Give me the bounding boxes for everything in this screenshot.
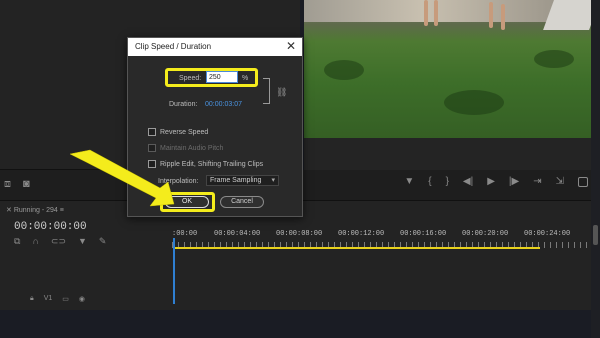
overwrite-icon[interactable]: ⇲ <box>556 176 564 187</box>
step-forward-icon[interactable]: |▶ <box>509 176 519 187</box>
export-frame-button[interactable] <box>578 176 588 187</box>
link-bracket <box>263 78 270 104</box>
duration-label: Duration: <box>169 101 198 108</box>
eye-icon[interactable]: ◉ <box>79 295 85 303</box>
checkbox-box[interactable] <box>148 128 156 136</box>
snap-icon[interactable]: ∩ <box>32 236 38 247</box>
speed-input[interactable] <box>206 71 238 83</box>
play-icon[interactable]: ▶ <box>487 176 495 187</box>
time-ruler[interactable]: :00:00 00:00:04:00 00:00:08:00 00:00:12:… <box>172 228 600 248</box>
marker-icon[interactable]: ▼ <box>404 176 414 187</box>
interpolation-select[interactable]: Frame Sampling ▾ <box>206 175 279 186</box>
chevron-down-icon: ▾ <box>271 177 275 184</box>
annotation-arrow-icon <box>69 149 175 207</box>
camera-icon[interactable]: ◙ <box>23 178 30 191</box>
preview-grass <box>444 90 504 115</box>
nest-icon[interactable]: ⧉ <box>14 236 20 247</box>
wrench-icon[interactable]: ✎ <box>99 236 107 247</box>
step-back-icon[interactable]: ◀| <box>463 176 473 187</box>
linked-selection-icon[interactable]: ⊂⊃ <box>51 236 66 247</box>
sync-lock-icon[interactable]: V1 <box>44 295 53 303</box>
lock-icon[interactable]: 🔒︎ <box>30 295 34 303</box>
preview-grass <box>534 50 574 68</box>
scrollbar-track[interactable] <box>591 0 600 338</box>
ruler-label: 00:00:24:00 <box>524 230 571 238</box>
playhead[interactable] <box>173 238 175 304</box>
preview-grass <box>324 60 364 80</box>
speed-label: Speed: <box>179 75 202 82</box>
speed-unit: % <box>242 75 249 82</box>
add-marker-icon[interactable]: ▼ <box>78 236 87 247</box>
ruler-label: :00:00 <box>172 230 198 238</box>
monitor-controls-strip <box>304 138 600 170</box>
dialog-titlebar[interactable]: Clip Speed / Duration ✕ <box>128 38 302 56</box>
menu-icon[interactable]: ≡ <box>58 207 64 214</box>
dialog-title: Clip Speed / Duration <box>135 42 212 51</box>
timeline-timecode[interactable]: 00:00:00:00 <box>14 221 87 233</box>
close-icon[interactable]: ✕ <box>6 207 14 214</box>
ruler-label: 00:00:12:00 <box>338 230 385 238</box>
bottom-bar <box>0 310 600 338</box>
program-monitor-preview <box>304 0 600 138</box>
ruler-label: 00:00:08:00 <box>276 230 323 238</box>
cancel-button[interactable]: Cancel <box>220 196 264 208</box>
mark-out-icon[interactable]: } <box>446 176 449 187</box>
ruler-label: 00:00:20:00 <box>462 230 509 238</box>
track-header-icons: 🔒︎ V1 ▭ ◉ <box>30 295 85 303</box>
work-area-bar[interactable] <box>174 247 540 249</box>
preview-figure-leg <box>434 0 438 26</box>
insert-icon[interactable]: ⇥ <box>533 176 541 187</box>
timeline-tools: ⧉ ∩ ⊂⊃ ▼ ✎ <box>14 236 106 247</box>
chain-link-icon[interactable]: ⛓ <box>276 87 287 98</box>
scrollbar-thumb[interactable] <box>593 225 598 245</box>
reverse-speed-checkbox[interactable]: Reverse Speed <box>148 128 208 136</box>
export-frame-icon[interactable]: ⧈ <box>4 178 11 191</box>
sequence-tab-label: Running - 294 <box>13 207 58 214</box>
monitor-left-tools: ⧈ ◙ <box>4 178 30 191</box>
preview-figure-leg <box>501 4 505 30</box>
ruler-label: 00:00:16:00 <box>400 230 447 238</box>
interpolation-value: Frame Sampling <box>210 177 262 184</box>
preview-figure-leg <box>424 0 428 26</box>
sequence-tab[interactable]: ✕ Running - 294 ≡ <box>6 206 64 214</box>
close-icon[interactable]: ✕ <box>286 39 296 53</box>
toggle-output-icon[interactable]: ▭ <box>62 295 69 303</box>
preview-figure-leg <box>489 2 493 28</box>
monitor-playback-controls: ▼ { } ◀| ▶ |▶ ⇥ ⇲ <box>404 176 588 187</box>
duration-value[interactable]: 00:00:03:07 <box>205 101 242 108</box>
checkbox-label: Reverse Speed <box>160 128 209 136</box>
mark-in-icon[interactable]: { <box>428 176 431 187</box>
ruler-label: 00:00:04:00 <box>214 230 261 238</box>
